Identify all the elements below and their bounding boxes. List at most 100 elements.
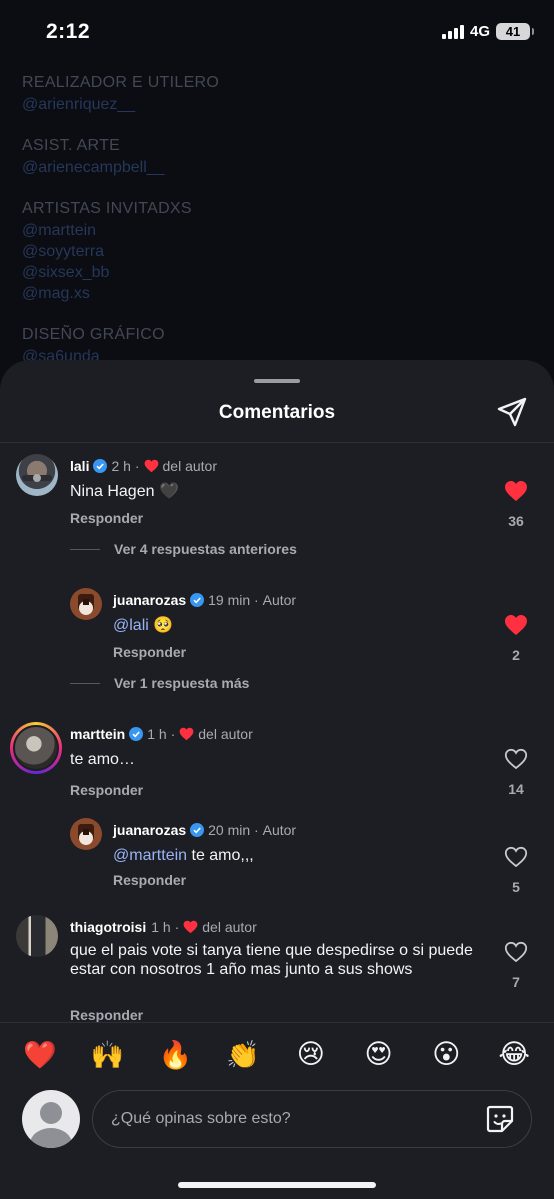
reaction-heart-button[interactable]: ❤️ (20, 1039, 60, 1071)
comment-username[interactable]: juanarozas (113, 822, 186, 838)
comment-text: @marttein te amo,,, (113, 846, 473, 865)
comment-username[interactable]: thiagotroisi (70, 919, 146, 935)
view-more-replies-label: Ver 1 respuesta más (114, 675, 250, 691)
heart-outline-icon[interactable] (504, 941, 528, 963)
comment-composer (0, 1086, 554, 1199)
credit-handle[interactable]: @arienriquez__ (22, 94, 522, 115)
reaction-surprised-button[interactable]: 😮 (426, 1039, 466, 1070)
comment-header: marttein 1 h · del autor (70, 726, 253, 742)
credit-group: REALIZADOR E UTILERO @arienriquez__ (22, 72, 522, 115)
credit-group: ASIST. ARTE @arienecampbell__ (22, 135, 522, 178)
sticker-icon[interactable] (484, 1103, 516, 1135)
comment-header: juanarozas 19 min · Autor (113, 592, 296, 608)
comment-item: thiagotroisi 1 h · del autor que el pais… (0, 913, 554, 1033)
credit-handle[interactable]: @soyyterra (22, 241, 522, 262)
separator: · (166, 726, 176, 742)
reaction-cry-button[interactable]: 😢 (291, 1039, 331, 1070)
thread-line (70, 548, 100, 550)
heart-filled-icon[interactable] (504, 480, 528, 502)
like-control[interactable]: 14 (496, 748, 536, 797)
comment-header: thiagotroisi 1 h · del autor (70, 919, 257, 935)
credit-heading: REALIZADOR E UTILERO (22, 74, 220, 91)
mention-link[interactable]: @lali (113, 617, 149, 634)
credit-heading: ARTISTAS INVITADXS (22, 200, 192, 217)
heart-outline-icon[interactable] (504, 748, 528, 770)
reaction-clap-button[interactable]: 👏 (223, 1039, 263, 1071)
thread-line (70, 682, 100, 684)
comment-text: @lali 🥺 (113, 616, 473, 635)
heart-outline-icon[interactable] (504, 846, 528, 868)
reply-button[interactable]: Responder (70, 510, 143, 526)
send-icon[interactable] (496, 396, 528, 428)
comment-time: 1 h (151, 919, 171, 935)
reaction-heart-eyes-button[interactable]: 😍 (359, 1039, 399, 1070)
home-indicator[interactable] (178, 1182, 376, 1188)
like-count: 36 (508, 513, 524, 529)
separator: · (250, 592, 263, 608)
separator: · (250, 822, 263, 838)
like-control[interactable]: 5 (496, 846, 536, 895)
avatar-story-ring[interactable] (10, 722, 62, 774)
reply-button[interactable]: Responder (113, 644, 186, 660)
network-type: 4G (469, 23, 490, 40)
like-count: 5 (512, 879, 520, 895)
reply-button[interactable]: Responder (70, 782, 143, 798)
avatar[interactable] (16, 915, 58, 957)
comment-text-body: 🥺 (148, 617, 174, 634)
author-liked-heart-icon (183, 920, 198, 934)
credit-handle[interactable]: @sixsex_bb (22, 262, 522, 283)
reply-item: juanarozas 20 min · Autor @marttein te a… (0, 816, 554, 906)
reply-item: juanarozas 19 min · Autor @lali 🥺 Respon… (0, 586, 554, 686)
avatar[interactable] (16, 454, 58, 496)
comment-text: que el pais vote si tanya tiene que desp… (70, 942, 473, 978)
status-time: 2:12 (46, 20, 91, 43)
screen: 2:12 4G 41 REALIZADOR E UTILERO @arienri… (0, 0, 554, 1199)
mention-link[interactable]: @marttein (113, 847, 187, 864)
comment-username[interactable]: juanarozas (113, 592, 186, 608)
reply-button[interactable]: Responder (70, 1007, 143, 1023)
comment-item: marttein 1 h · del autor te amo… Respond… (0, 720, 554, 820)
credit-handle[interactable]: @marttein (22, 220, 522, 241)
credit-handle[interactable]: @mag.xs (22, 283, 522, 304)
author-tag: Autor (262, 822, 297, 838)
author-tag: Autor (262, 592, 297, 608)
author-tag: del autor (198, 726, 253, 742)
comment-header: juanarozas 20 min · Autor (113, 822, 296, 838)
credit-handle[interactable]: @arienecampbell__ (22, 157, 522, 178)
reaction-laugh-button[interactable]: 😂 (494, 1039, 534, 1070)
sheet-drag-handle[interactable] (254, 379, 300, 383)
avatar (13, 725, 59, 771)
divider (0, 442, 554, 443)
verified-badge-icon (190, 823, 205, 837)
verified-badge-icon (93, 459, 108, 473)
comment-time: 1 h (147, 726, 167, 742)
cellular-signal-icon (441, 24, 464, 39)
post-credits: REALIZADOR E UTILERO @arienriquez__ ASIS… (22, 72, 522, 387)
comment-text: te amo… (70, 751, 135, 768)
credit-group: ARTISTAS INVITADXS @marttein @soyyterra … (22, 198, 522, 304)
credit-heading: ASIST. ARTE (22, 137, 121, 154)
reply-button[interactable]: Responder (113, 872, 186, 888)
comment-username[interactable]: lali (70, 458, 89, 474)
author-tag: del autor (202, 919, 257, 935)
heart-filled-icon[interactable] (504, 614, 528, 636)
like-control[interactable]: 2 (496, 614, 536, 663)
comment-time: 19 min (208, 592, 251, 608)
avatar[interactable] (70, 588, 102, 620)
view-previous-replies[interactable]: Ver 4 respuestas anteriores (70, 541, 297, 557)
view-more-replies[interactable]: Ver 1 respuesta más (70, 675, 249, 691)
avatar[interactable] (70, 818, 102, 850)
author-tag: del autor (162, 458, 217, 474)
comment-input[interactable] (92, 1090, 532, 1148)
reaction-fire-button[interactable]: 🔥 (155, 1039, 195, 1071)
battery-icon: 41 (496, 23, 534, 40)
comment-username[interactable]: marttein (70, 726, 125, 742)
like-control[interactable]: 36 (496, 480, 536, 529)
like-control[interactable]: 7 (496, 941, 536, 990)
verified-badge-icon (190, 593, 205, 607)
view-previous-replies-label: Ver 4 respuestas anteriores (114, 541, 297, 557)
verified-badge-icon (129, 727, 144, 741)
reaction-raised-hands-button[interactable]: 🙌 (88, 1039, 128, 1071)
like-count: 14 (508, 781, 524, 797)
like-count: 2 (512, 647, 520, 663)
